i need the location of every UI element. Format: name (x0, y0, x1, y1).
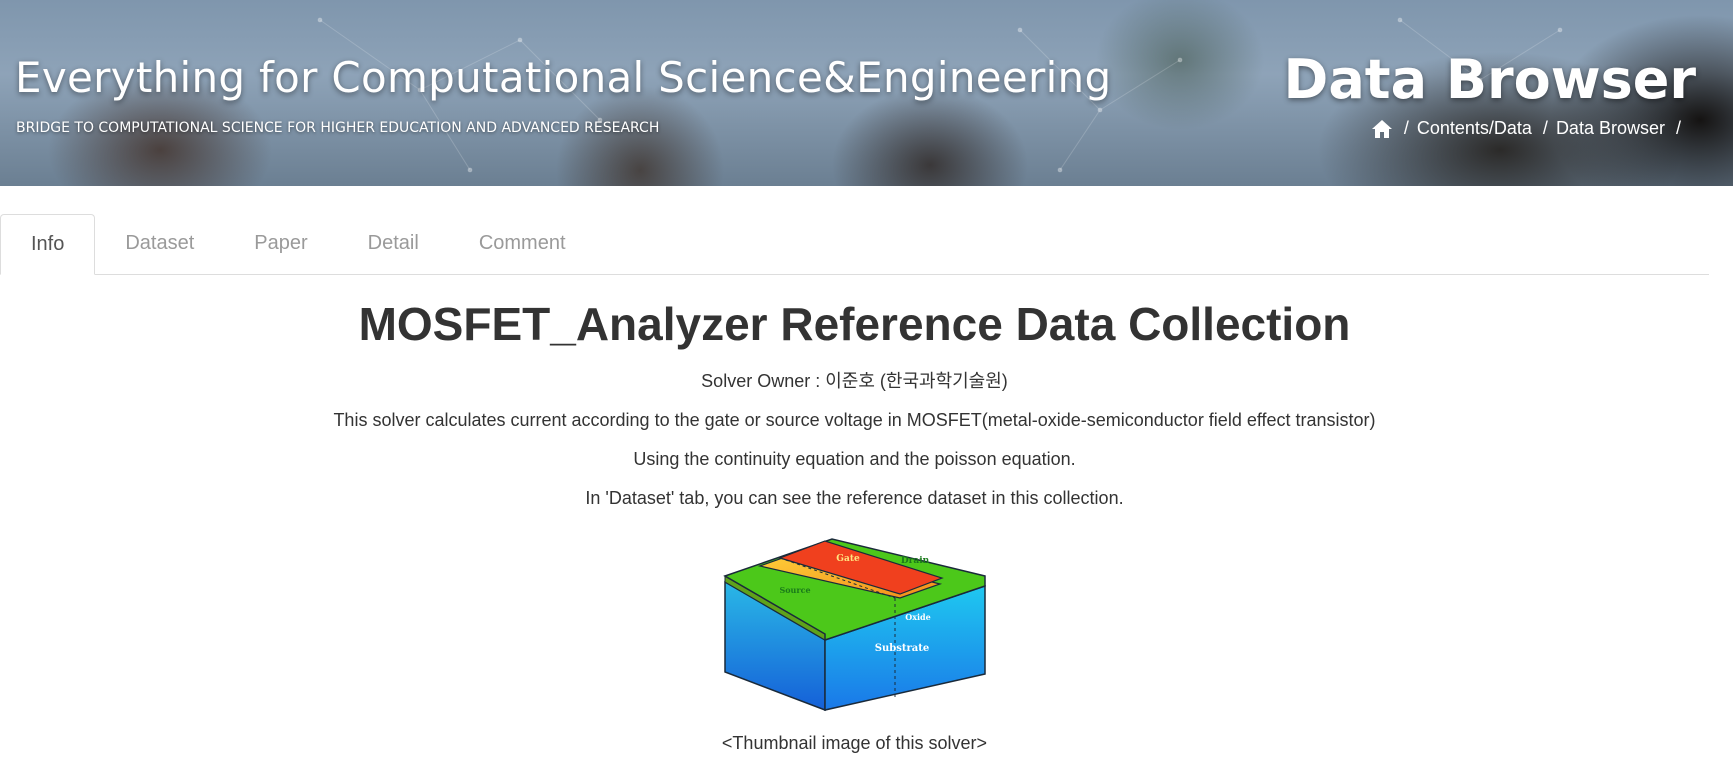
drain-label: Drain (900, 556, 929, 566)
breadcrumb-data-browser[interactable]: Data Browser (1556, 118, 1665, 139)
mosfet-thumbnail-image: Gate Drain Source Oxide Substrate (722, 538, 986, 712)
source-label: Source (779, 585, 810, 595)
substrate-label: Substrate (874, 643, 928, 654)
breadcrumb-separator: / (1675, 118, 1681, 138)
thumbnail-caption: <Thumbnail image of this solver> (721, 733, 988, 753)
tab-info[interactable]: Info (0, 214, 96, 275)
description-line-2: Using the continuity equation and the po… (633, 449, 1076, 469)
breadcrumb-contents-data[interactable]: Contents/Data (1417, 118, 1532, 139)
info-panel: MOSFET_Analyzer Reference Data Collectio… (0, 274, 1709, 763)
site-title: Everything for Computational Science&Eng… (15, 53, 1112, 102)
tab-detail[interactable]: Detail (338, 214, 449, 273)
tab-paper[interactable]: Paper (224, 214, 337, 273)
home-icon[interactable] (1371, 119, 1393, 139)
tab-comment[interactable]: Comment (449, 214, 596, 273)
oxide-label: Oxide (905, 612, 930, 622)
site-subtitle: BRIDGE TO COMPUTATIONAL SCIENCE FOR HIGH… (16, 120, 660, 136)
header-banner: Everything for Computational Science&Eng… (0, 0, 1733, 186)
description-line-3: In 'Dataset' tab, you can see the refere… (585, 488, 1124, 508)
solver-owner: Solver Owner : 이준호 (한국과학기술원) (701, 371, 1008, 391)
tab-dataset[interactable]: Dataset (95, 214, 224, 273)
breadcrumb-separator: / (1542, 118, 1548, 138)
collection-title: MOSFET_Analyzer Reference Data Collectio… (358, 298, 1351, 350)
page-heading: Data Browser (1283, 48, 1697, 111)
gate-label: Gate (836, 554, 860, 564)
breadcrumb: / Contents/Data / Data Browser / (1371, 118, 1689, 139)
tab-bar: Info Dataset Paper Detail Comment (0, 214, 1709, 275)
breadcrumb-separator: / (1403, 118, 1409, 138)
description-line-1: This solver calculates current according… (333, 410, 1376, 430)
